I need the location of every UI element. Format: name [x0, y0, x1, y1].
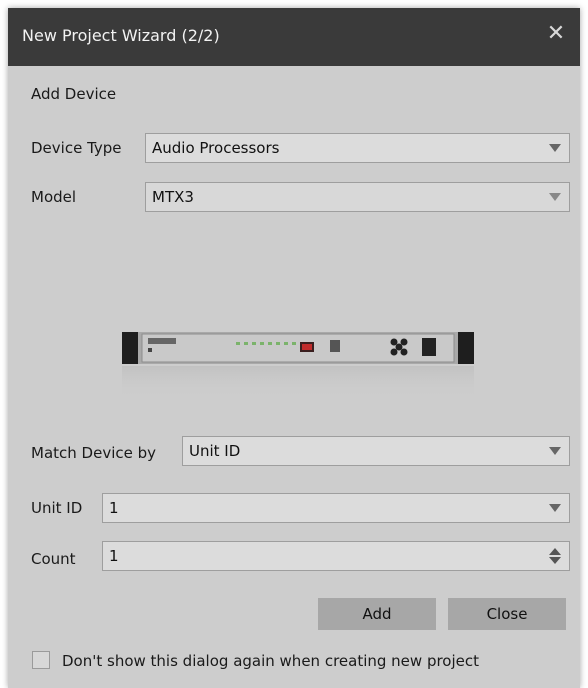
match-device-value: Unit ID	[189, 442, 241, 460]
close-button[interactable]: Close	[448, 598, 566, 630]
chevron-down-icon[interactable]	[541, 183, 569, 211]
section-heading: Add Device	[31, 85, 117, 103]
match-device-label: Match Device by	[31, 444, 157, 462]
count-label: Count	[31, 550, 76, 568]
chevron-down-icon[interactable]	[541, 134, 569, 162]
count-value: 1	[109, 547, 119, 565]
device-type-label: Device Type	[31, 139, 122, 157]
chevron-down-icon[interactable]	[541, 494, 569, 522]
close-icon[interactable]: ✕	[544, 22, 568, 46]
dialog-title: New Project Wizard (2/2)	[22, 26, 220, 45]
device-type-select[interactable]: Audio Processors	[145, 133, 570, 163]
spinner-arrows-icon[interactable]	[541, 542, 569, 570]
unit-id-value: 1	[109, 499, 119, 517]
unit-id-label: Unit ID	[31, 499, 83, 517]
match-device-select[interactable]: Unit ID	[182, 436, 570, 466]
count-stepper[interactable]: 1	[102, 541, 570, 571]
device-preview-image	[122, 332, 474, 400]
chevron-down-icon[interactable]	[541, 437, 569, 465]
unit-id-select[interactable]: 1	[102, 493, 570, 523]
model-select[interactable]: MTX3	[145, 182, 570, 212]
add-button[interactable]: Add	[318, 598, 436, 630]
model-label: Model	[31, 188, 77, 206]
model-value: MTX3	[152, 188, 194, 206]
title-bar[interactable]: New Project Wizard (2/2) ✕	[8, 8, 580, 66]
dont-show-label: Don't show this dialog again when creati…	[62, 652, 480, 670]
dont-show-checkbox[interactable]	[32, 651, 50, 669]
device-type-value: Audio Processors	[152, 139, 280, 157]
new-project-wizard-dialog: New Project Wizard (2/2) ✕ Add Device De…	[8, 8, 580, 688]
